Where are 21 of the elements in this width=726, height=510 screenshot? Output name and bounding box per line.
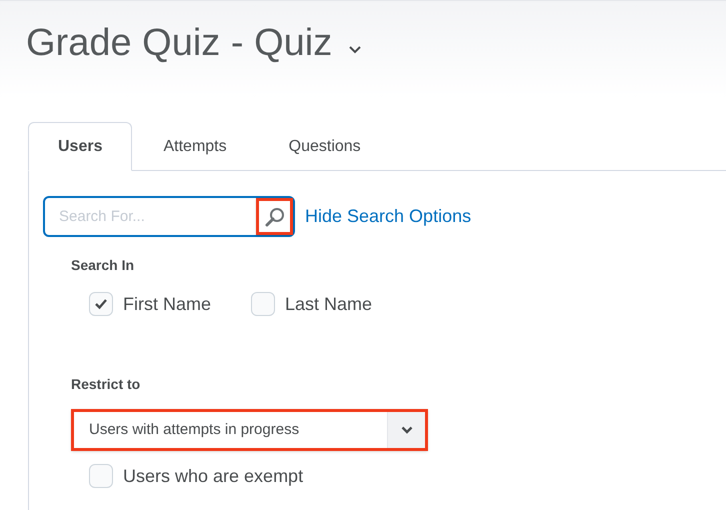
tab[interactable]: Users — [28, 122, 132, 171]
search-button[interactable] — [256, 198, 293, 235]
check-icon — [94, 298, 108, 310]
hide-search-options-link[interactable]: Hide Search Options — [305, 203, 472, 230]
page-title: Grade Quiz - Quiz — [26, 21, 332, 66]
chevron-down-icon — [400, 426, 412, 434]
checkbox-label: Last Name — [285, 292, 372, 316]
checkbox-label: First Name — [123, 292, 212, 316]
search-field[interactable]: Search For... — [43, 196, 295, 237]
section-label: Restrict to — [71, 375, 142, 394]
tab[interactable]: Attempts — [132, 122, 258, 171]
checkbox-label: Users who are exempt — [123, 464, 304, 488]
checkbox[interactable] — [89, 464, 113, 488]
checkbox[interactable] — [251, 292, 276, 316]
tab[interactable]: Questions — [258, 122, 392, 171]
dropdown-value: Users with attempts in progress — [88, 420, 300, 440]
section-label: Search In — [71, 256, 136, 275]
checkbox[interactable] — [89, 292, 113, 316]
search-icon — [264, 206, 286, 228]
chevron-down-icon[interactable] — [348, 45, 362, 55]
restrict-dropdown[interactable]: Users with attempts in progress — [71, 409, 428, 451]
